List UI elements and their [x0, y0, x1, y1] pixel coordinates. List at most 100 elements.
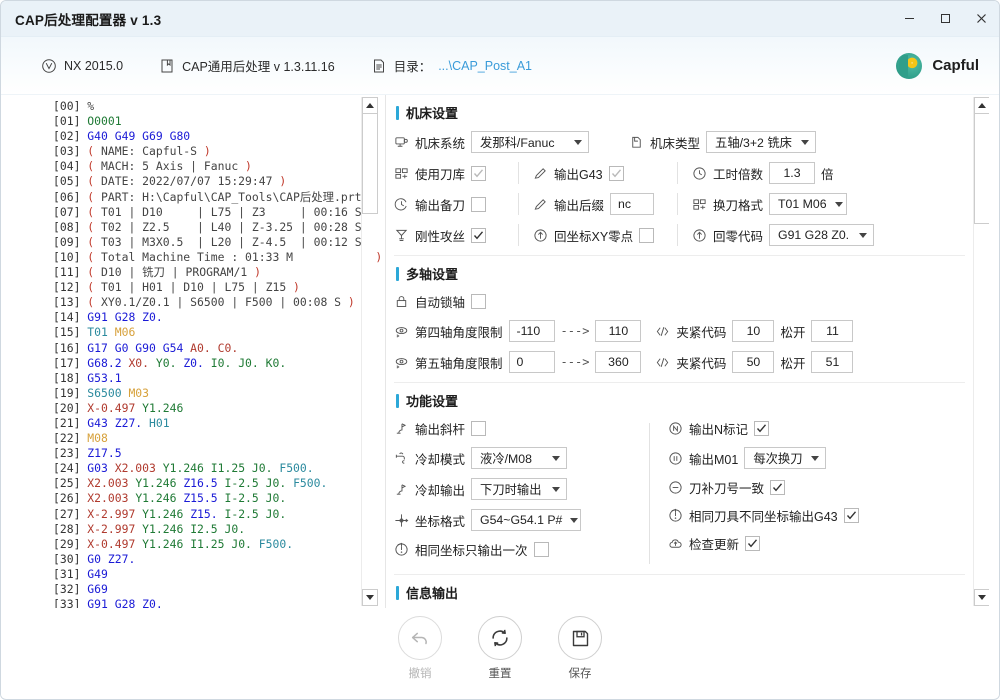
rigid-tap-checkbox[interactable]	[471, 227, 487, 243]
time-factor-unit: 倍	[821, 167, 834, 182]
gcode-line-number: [21]	[53, 415, 88, 430]
machine-system-select[interactable]: 发那科/Fanuc	[471, 131, 590, 153]
gcode-line: [22] M08	[53, 431, 385, 446]
auto-lock-checkbox[interactable]	[471, 294, 487, 309]
gcode-scrollbar[interactable]	[361, 97, 378, 606]
maximize-button[interactable]	[927, 1, 963, 37]
axis4-release-input[interactable]: 11	[811, 320, 854, 342]
gcode-token: M08	[87, 431, 108, 446]
axis5-min-input[interactable]: 0	[508, 351, 555, 373]
check-update-checkbox[interactable]	[745, 536, 761, 551]
settings-scrollbar[interactable]	[973, 97, 989, 606]
n-mark-label: 输出N标记	[689, 423, 749, 437]
gcode-line: [00] %	[53, 99, 385, 114]
home-code-select[interactable]: G91 G28 Z0.	[769, 224, 875, 246]
gcode-line: [28] X-2.997 Y1.246 I2.5 J0.	[53, 522, 385, 537]
coolant-mode-field: 冷却模式 液冷/M08	[394, 447, 568, 469]
gcode-line-number: [30]	[53, 551, 88, 566]
axis5-label: 第五轴角度限制	[415, 356, 503, 371]
use-magazine-checkbox[interactable]	[471, 165, 487, 181]
gcode-token: I-2.5 J0.	[224, 491, 287, 506]
same-tool-g43-checkbox[interactable]	[843, 508, 859, 523]
functions-left-column: 输出斜杆 冷却模式 液冷/M08 冷却输出 下刀时输出 坐标格式 G54~G54…	[394, 419, 649, 568]
gcode-listing[interactable]: [00] % [01] O0001 [02] G40 G49 G69 G80 [03]…	[17, 99, 385, 608]
post-name-item: CAP通用后处理 v 1.3.11.16	[159, 56, 335, 75]
tap-icon	[394, 228, 409, 243]
close-button[interactable]	[963, 1, 999, 37]
axis5-field: 第五轴角度限制 0 ---> 360	[394, 351, 642, 373]
gcode-token: S6500	[87, 385, 129, 400]
axis5-release-input[interactable]: 51	[811, 351, 854, 373]
functions-section-title: 功能设置	[396, 391, 965, 410]
chevron-down-icon	[859, 232, 868, 238]
coolant-icon	[394, 451, 409, 466]
suffix-input[interactable]: nc	[610, 193, 655, 215]
time-factor-input[interactable]: 1.3	[769, 162, 816, 184]
gcode-token: X2.003	[87, 491, 136, 506]
settings-scroll-up-button[interactable]	[974, 97, 989, 114]
settings-scroll-thumb[interactable]	[974, 114, 989, 224]
gcode-line-number: [19]	[53, 385, 88, 400]
toolchange-format-select[interactable]: T01 M06	[769, 193, 848, 215]
coolant-mode-select[interactable]: 液冷/M08	[471, 447, 568, 469]
directory-path-link[interactable]: ...\CAP_Post_A1	[438, 59, 532, 73]
gcode-line: [11] ( D10 | 铣刀 | PROGRAM/1 )	[53, 265, 385, 280]
gcode-line-number: [18]	[53, 370, 88, 385]
same-coord-checkbox[interactable]	[533, 542, 549, 557]
reset-button[interactable]: 重置	[478, 616, 522, 681]
gcode-line-number: [12]	[53, 280, 88, 295]
gcode-line: [03] ( NAME: Capful-S )	[53, 144, 385, 159]
scroll-down-button[interactable]	[362, 589, 378, 606]
axis4-min-input[interactable]: -110	[508, 320, 555, 342]
minimize-button[interactable]	[891, 1, 927, 37]
code-brackets-icon	[655, 324, 670, 339]
axis5-clamp-input[interactable]: 50	[732, 351, 775, 373]
axis4-range-arrow: --->	[560, 324, 590, 338]
machine-type-select[interactable]: 五轴/3+2 铣床	[706, 131, 817, 153]
section-accent-bar	[396, 393, 399, 408]
coord-format-select[interactable]: G54~G54.1 P#	[471, 509, 582, 531]
m01-value: 每次换刀	[753, 452, 803, 466]
return-xy-checkbox[interactable]	[639, 227, 655, 243]
home-code-value: G91 G28 Z0.	[778, 228, 850, 242]
n-mark-checkbox[interactable]	[754, 421, 770, 436]
axis5-clamp-label: 夹紧代码	[676, 356, 727, 371]
scroll-up-button[interactable]	[362, 97, 378, 114]
gcode-line: [31] G49	[53, 567, 385, 582]
multiaxis-section-label: 多轴设置	[406, 267, 459, 282]
save-label: 保存	[568, 668, 592, 680]
gcode-token: T01 | H01 | D10 | L75 | Z15	[101, 280, 294, 295]
gcode-line-number: [11]	[53, 265, 88, 280]
gcode-line: [01] O0001	[53, 114, 385, 129]
scroll-thumb[interactable]	[362, 114, 378, 214]
gcode-line-number: [08]	[53, 219, 88, 234]
gcode-token: O0001	[87, 114, 122, 129]
coolant-out-select[interactable]: 下刀时输出	[471, 478, 568, 500]
undo-button[interactable]: 撤销	[398, 616, 442, 681]
auto-lock-field: 自动锁轴	[394, 292, 487, 311]
output-spare-label: 输出备刀	[415, 198, 466, 213]
gcode-line-number: [29]	[53, 536, 88, 551]
same-tool-g43-row: 相同刀具不同坐标输出G43	[668, 506, 965, 525]
gcode-token: Z15.5	[183, 491, 225, 506]
output-g43-checkbox[interactable]	[608, 165, 624, 181]
settings-scroll-down-button[interactable]	[974, 589, 989, 606]
divider	[677, 224, 678, 246]
axis4-max-input[interactable]: 110	[595, 320, 642, 342]
gcode-line: [24] G03 X2.003 Y1.246 I1.25 J0. F500.	[53, 461, 385, 476]
m01-label: 输出M01	[689, 452, 739, 467]
gcode-token: Z17.5	[87, 446, 122, 461]
axis4-clamp-field: 夹紧代码 10 松开 11	[655, 320, 854, 342]
output-spare-checkbox[interactable]	[471, 196, 487, 212]
suffix-field: 输出后缀 nc	[533, 193, 663, 215]
m01-select[interactable]: 每次换刀	[744, 447, 827, 469]
undo-label: 撤销	[408, 668, 432, 680]
axis4-clamp-input[interactable]: 10	[732, 320, 775, 342]
axis5-max-input[interactable]: 360	[595, 351, 642, 373]
save-button[interactable]: 保存	[558, 616, 602, 681]
gcode-line-number: [01]	[53, 114, 88, 129]
comp-same-checkbox[interactable]	[770, 480, 786, 495]
slash-checkbox[interactable]	[471, 421, 487, 436]
gcode-line: [21] G43 Z27. H01	[53, 416, 385, 431]
coolant-out-row: 冷却输出 下刀时输出	[394, 478, 649, 500]
